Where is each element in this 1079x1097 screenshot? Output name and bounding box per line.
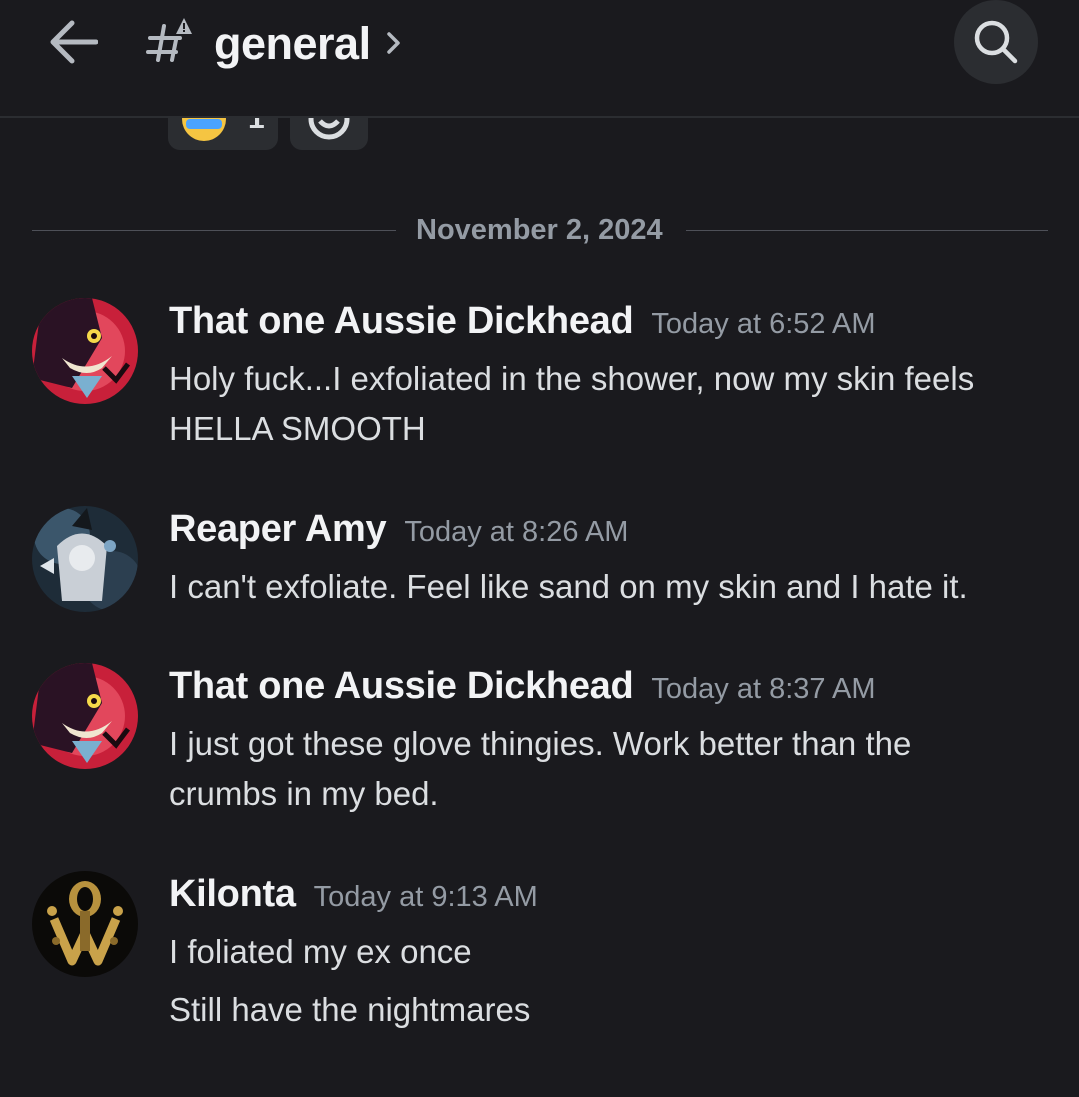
chevron-right-icon[interactable] (384, 26, 404, 60)
message-header: That one Aussie Dickhead Today at 8:37 AM (169, 665, 876, 708)
username[interactable]: Reaper Amy (169, 508, 387, 550)
message-header: Kilonta Today at 9:13 AM (169, 873, 538, 916)
message-content: I can't exfoliate. Feel like sand on my … (169, 568, 968, 605)
divider-line (686, 230, 1048, 231)
message-content: I just got these glove thingies. Work be… (169, 725, 912, 812)
divider-line (32, 230, 396, 231)
username[interactable]: That one Aussie Dickhead (169, 665, 634, 707)
back-button[interactable] (38, 10, 108, 74)
timestamp: Today at 6:52 AM (651, 308, 876, 340)
divider-date: November 2, 2024 (416, 214, 663, 246)
username[interactable]: Kilonta (169, 873, 296, 915)
message[interactable]: Kilonta Today at 9:13 AM I foliated my ex… (0, 869, 1079, 1039)
date-divider: November 2, 2024 (32, 208, 1048, 252)
message-content: I foliated my ex once (169, 933, 472, 970)
username[interactable]: That one Aussie Dickhead (169, 300, 634, 342)
avatar[interactable] (32, 663, 138, 769)
channel-header: general (0, 0, 1079, 118)
avatar[interactable] (32, 506, 138, 612)
search-button[interactable] (954, 0, 1038, 84)
timestamp: Today at 9:13 AM (313, 881, 538, 913)
message[interactable]: That one Aussie Dickhead Today at 8:37 AM… (0, 661, 1079, 831)
message-header: That one Aussie Dickhead Today at 6:52 AM (169, 300, 876, 343)
message-header: Reaper Amy Today at 8:26 AM (169, 508, 628, 551)
avatar[interactable] (32, 871, 138, 977)
timestamp: Today at 8:26 AM (404, 516, 629, 548)
message-content: Holy fuck...I exfoliated in the shower, … (169, 360, 975, 447)
message[interactable]: That one Aussie Dickhead Today at 6:52 AM… (0, 296, 1079, 466)
channel-name[interactable]: general (214, 14, 371, 74)
message[interactable]: Reaper Amy Today at 8:26 AM I can't exfol… (0, 504, 1079, 624)
avatar[interactable] (32, 298, 138, 404)
message-content: Still have the nightmares (169, 991, 531, 1028)
hash-with-rules-icon (146, 16, 196, 66)
arrow-left-icon (50, 20, 98, 64)
timestamp: Today at 8:37 AM (651, 673, 876, 705)
search-icon (974, 20, 1018, 64)
